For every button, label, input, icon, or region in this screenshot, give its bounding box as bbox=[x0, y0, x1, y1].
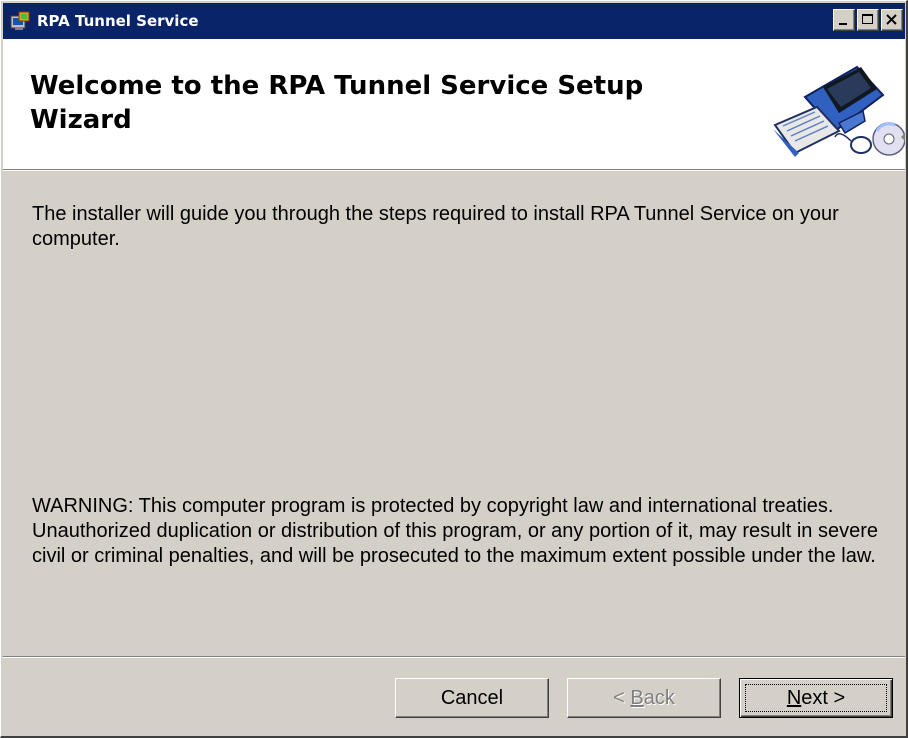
window-controls bbox=[833, 9, 903, 31]
next-button[interactable]: Next > bbox=[739, 678, 893, 718]
page-title: Welcome to the RPA Tunnel Service Setup … bbox=[30, 71, 644, 135]
back-mnemonic: B bbox=[630, 686, 644, 709]
wizard-header: Welcome to the RPA Tunnel Service Setup … bbox=[3, 39, 906, 170]
footer-divider-highlight bbox=[3, 657, 905, 658]
maximize-icon bbox=[862, 14, 873, 24]
minimize-button[interactable] bbox=[833, 9, 855, 31]
next-mnemonic: N bbox=[786, 686, 802, 709]
setup-wizard-window: RPA Tunnel Service Welcome to the RPA Tu… bbox=[0, 0, 908, 738]
back-button[interactable]: < Back bbox=[567, 678, 721, 718]
header-divider bbox=[3, 170, 905, 171]
back-prefix: < bbox=[613, 686, 631, 709]
close-icon bbox=[886, 14, 897, 25]
title-bar[interactable]: RPA Tunnel Service bbox=[3, 3, 905, 39]
installer-icon bbox=[9, 10, 31, 32]
close-button[interactable] bbox=[881, 9, 903, 31]
next-button-label: Next > bbox=[787, 687, 845, 710]
minimize-icon bbox=[839, 23, 847, 25]
back-button-label: < Back bbox=[613, 687, 675, 710]
next-rest: ext > bbox=[801, 686, 846, 709]
computer-cd-icon bbox=[765, 49, 906, 165]
intro-text: The installer will guide you through the… bbox=[32, 203, 839, 250]
maximize-button[interactable] bbox=[857, 9, 879, 31]
back-rest: ack bbox=[643, 686, 675, 709]
copyright-warning: WARNING: This computer program is protec… bbox=[32, 495, 878, 567]
window-title: RPA Tunnel Service bbox=[37, 12, 199, 30]
cancel-button[interactable]: Cancel bbox=[395, 678, 549, 718]
cancel-button-label: Cancel bbox=[440, 686, 504, 709]
